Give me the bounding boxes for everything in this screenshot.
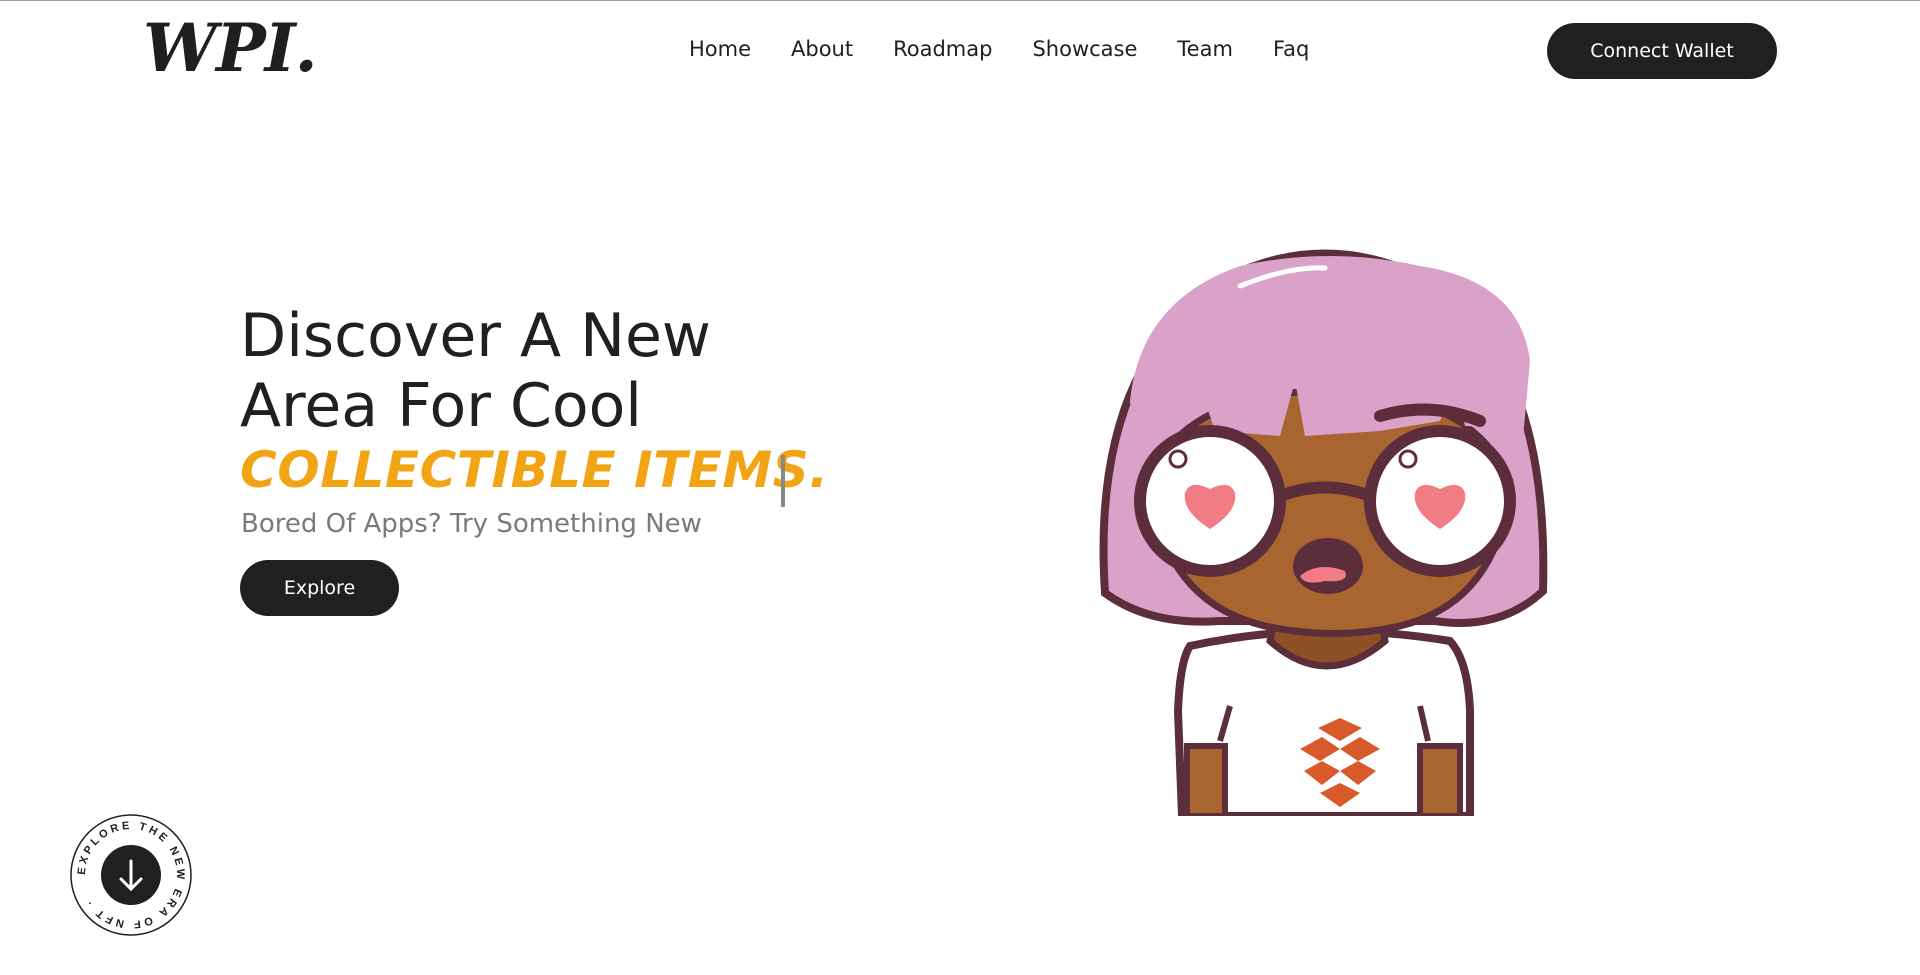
nav-showcase[interactable]: Showcase: [1032, 37, 1137, 61]
hero-accent-text: COLLECTIBLE ITEMS.: [240, 441, 829, 499]
nav-about[interactable]: About: [791, 37, 853, 61]
hero-title: Discover A New Area For Cool: [240, 301, 711, 441]
hero-subtitle: Bored Of Apps? Try Something New: [241, 509, 702, 539]
nav-roadmap[interactable]: Roadmap: [893, 37, 992, 61]
typing-cursor: [781, 455, 785, 507]
main-nav: Home About Roadmap Showcase Team Faq: [689, 37, 1349, 61]
hero-title-line1: Discover A New: [240, 301, 711, 371]
connect-wallet-button[interactable]: Connect Wallet: [1547, 23, 1777, 79]
nav-home[interactable]: Home: [689, 37, 751, 61]
logo[interactable]: WPI.: [143, 15, 318, 81]
nav-faq[interactable]: Faq: [1273, 37, 1309, 61]
explore-button[interactable]: Explore: [240, 560, 399, 616]
scroll-down-badge[interactable]: EXPLORE THE NEW ERA OF NFT ·: [69, 813, 193, 937]
hero-title-line2: Area For Cool: [240, 371, 642, 441]
nft-character-illustration: [1099, 249, 1548, 816]
nav-team[interactable]: Team: [1177, 37, 1233, 61]
